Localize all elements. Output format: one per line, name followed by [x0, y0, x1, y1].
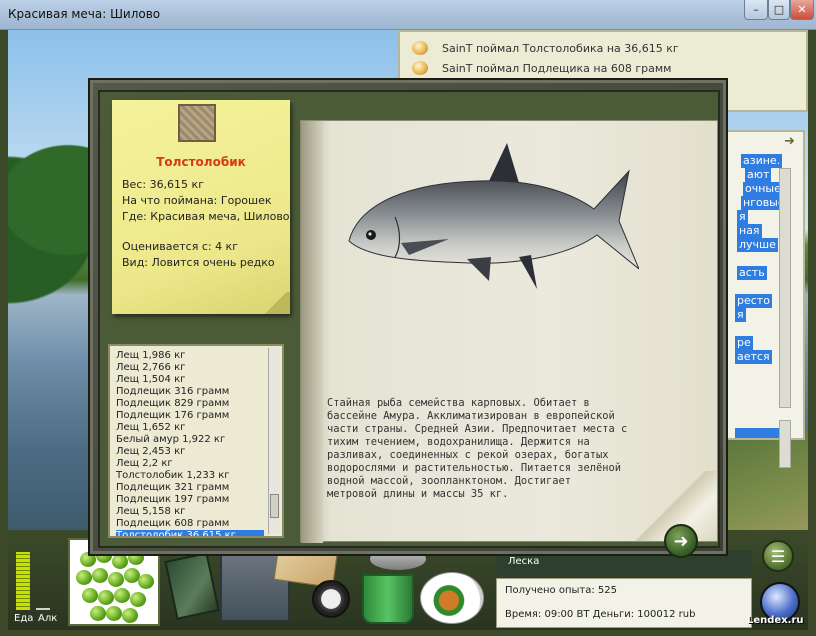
line-label: Леска [508, 556, 540, 567]
food-label: Еда [14, 613, 34, 624]
next-page-button[interactable]: ➜ [664, 524, 698, 558]
experience-text: Получено опыта: 525 [505, 585, 617, 596]
stats-panel: Получено опыта: 525 Время: 09:00 ВТ День… [496, 578, 752, 628]
chat-fragment: ресто [735, 294, 772, 308]
catch-list-item[interactable]: Лещ 2,453 кг [116, 446, 185, 458]
time-money-text: Время: 09:00 ВТ Деньги: 100012 rub [505, 609, 696, 620]
catch-list-item[interactable]: Подлещик 197 грамм [116, 494, 229, 506]
pea [108, 572, 124, 587]
catch-list-item[interactable]: Лещ 1,504 кг [116, 374, 185, 386]
chat-fragment: азине. [741, 154, 783, 168]
pea [138, 574, 154, 589]
fish-encyclopedia-book: Стайная рыба семейства карповых. Обитает… [300, 120, 718, 543]
catch-list-item[interactable]: Подлещик 176 грамм [116, 410, 229, 422]
maximize-button[interactable]: □ [768, 0, 790, 20]
minimize-button[interactable]: – [744, 0, 768, 20]
fishing-book-icon[interactable] [164, 552, 220, 620]
stamp-icon [178, 104, 216, 142]
chat-input-highlight [735, 428, 785, 438]
fish-description: Стайная рыба семейства карповых. Обитает… [327, 397, 628, 500]
chat-fragment: асть [737, 266, 767, 280]
catch-list-scrollbar[interactable] [268, 348, 280, 534]
fish-price: Оценивается с: 4 кг [122, 240, 238, 253]
food-plate-icon[interactable] [420, 572, 484, 624]
catch-list-item[interactable]: Лещ 5,158 кг [116, 506, 185, 518]
pea [76, 570, 92, 585]
pea [106, 606, 122, 621]
note-curl [262, 292, 290, 314]
book-spine [301, 121, 323, 543]
chat-scrollbar[interactable] [779, 168, 791, 408]
chat-message-text: SainT поймал Толстолобика на 36,615 кг [442, 41, 679, 55]
chat-fragment: ре [735, 336, 753, 350]
chat-message: SainT поймал Толстолобика на 36,615 кг [412, 38, 679, 58]
catch-list-item[interactable]: Подлещик 321 грамм [116, 482, 229, 494]
chat-fragment: я [737, 210, 748, 224]
catch-list-item[interactable]: Толстолобик 1,233 кг [116, 470, 230, 482]
pea [90, 606, 106, 621]
catch-list-item[interactable]: Лещ 2,2 кг [116, 458, 173, 470]
fish-illustration-icon [348, 143, 639, 289]
fish-info-dialog: Толстолобик Вес: 36,615 кг На что пойман… [88, 78, 728, 558]
chat-input-scrollbar[interactable] [779, 420, 791, 468]
dialog-body: Толстолобик Вес: 36,615 кг На что пойман… [98, 90, 720, 558]
chat-message: SainT поймал Подлещика на 608 грамм [412, 58, 671, 78]
pea [130, 592, 146, 607]
catch-list-item[interactable]: Подлещик 608 грамм [116, 518, 229, 530]
catch-list-item[interactable]: Лещ 1,652 кг [116, 422, 185, 434]
catch-list-item[interactable]: Белый амур 1,922 кг [116, 434, 225, 446]
fish-name: Толстолобик [156, 155, 246, 169]
alcohol-bar [36, 608, 50, 610]
catch-list-item[interactable]: Лещ 1,986 кг [116, 350, 185, 362]
pea [82, 588, 98, 603]
catch-list-item[interactable]: Лещ 2,766 кг [116, 362, 185, 374]
needs-meter: Еда Алк [12, 536, 62, 624]
catch-list-item-selected[interactable]: Толстолобик 36,615 кг [116, 530, 264, 536]
bucket-icon[interactable] [362, 574, 414, 624]
compass-icon[interactable] [312, 580, 350, 618]
fish-weight: Вес: 36,615 кг [122, 178, 204, 191]
chat-fragment: лучше [737, 238, 778, 252]
watermark: Lendex.ru [747, 615, 804, 626]
chat-fragment: ная [737, 224, 762, 238]
title-bar: Красивая меча: Шилово – □ ✕ [0, 0, 816, 30]
fish-note-card: Толстолобик Вес: 36,615 кг На что пойман… [112, 100, 290, 314]
chat-expand-arrow-icon[interactable]: ➜ [784, 134, 802, 149]
catch-list-item[interactable]: Подлещик 316 грамм [116, 386, 229, 398]
chat-message-text: SainT поймал Подлещика на 608 грамм [442, 61, 672, 75]
alcohol-label: Алк [38, 613, 58, 624]
close-button[interactable]: ✕ [790, 0, 814, 20]
food-bar [16, 552, 30, 610]
fish-rarity: Вид: Ловится очень редко [122, 256, 275, 269]
chat-bulb-icon [412, 41, 428, 55]
pea [114, 588, 130, 603]
pea [122, 608, 138, 623]
window-title: Красивая меча: Шилово [8, 7, 161, 21]
fish-place: Где: Красивая меча, Шилово [122, 210, 290, 223]
fish-bait: На что поймана: Горошек [122, 194, 272, 207]
chat-bulb-icon [412, 61, 428, 75]
chat-fragment: ается [735, 350, 772, 364]
catch-list-item[interactable]: Подлещик 829 грамм [116, 398, 229, 410]
catch-list[interactable]: Лещ 1,986 кг Лещ 2,766 кг Лещ 1,504 кг П… [108, 344, 284, 538]
chat-fragment: я [735, 308, 746, 322]
pea [112, 554, 128, 569]
scrollbar-thumb[interactable] [270, 494, 279, 518]
pea [92, 568, 108, 583]
menu-button[interactable]: ☰ [762, 540, 794, 572]
game-viewport: SainT поймал Толстолобика на 36,615 кг S… [8, 30, 808, 630]
chat-fragment: ают [745, 168, 772, 182]
pea [98, 590, 114, 605]
